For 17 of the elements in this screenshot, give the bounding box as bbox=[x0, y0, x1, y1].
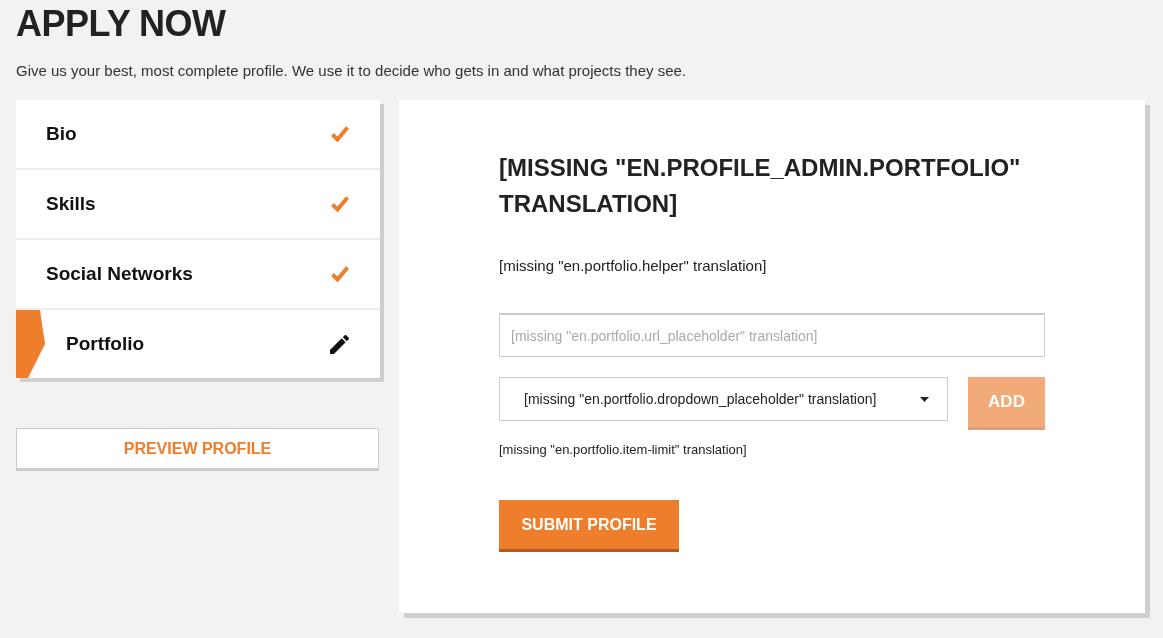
sidebar-item[interactable]: Portfolio bbox=[16, 310, 380, 378]
check-icon bbox=[331, 126, 349, 142]
active-marker-icon bbox=[16, 310, 45, 378]
form-heading: [MISSING "EN.PROFILE_ADMIN.PORTFOLIO" TRANSLATION] bbox=[499, 153, 1022, 219]
page-title: APPLY NOW bbox=[16, 4, 226, 44]
page-subtitle: Give us your best, most complete profile. We use it to decide who gets in and what projects they see. bbox=[16, 62, 687, 80]
portfolio-dropdown[interactable]: [missing "en.portfolio.dropdown_placeholder" translation] bbox=[499, 377, 948, 421]
sidebar-item[interactable]: Skills bbox=[16, 170, 380, 238]
caret-icon bbox=[920, 396, 929, 402]
helper-text: [missing "en.portfolio.helper" translation] bbox=[499, 256, 767, 276]
check-icon bbox=[331, 196, 349, 212]
item-limit-text: [missing "en.portfolio.item-limit" translation] bbox=[499, 442, 747, 458]
check-icon bbox=[331, 266, 349, 282]
sidebar-item[interactable]: Social Networks bbox=[16, 240, 380, 308]
url-input-field[interactable]: [missing "en.portfolio.url_placeholder" translation] bbox=[499, 313, 1045, 357]
sidebar-item[interactable]: Bio bbox=[16, 100, 380, 168]
pencil-icon bbox=[330, 334, 349, 354]
